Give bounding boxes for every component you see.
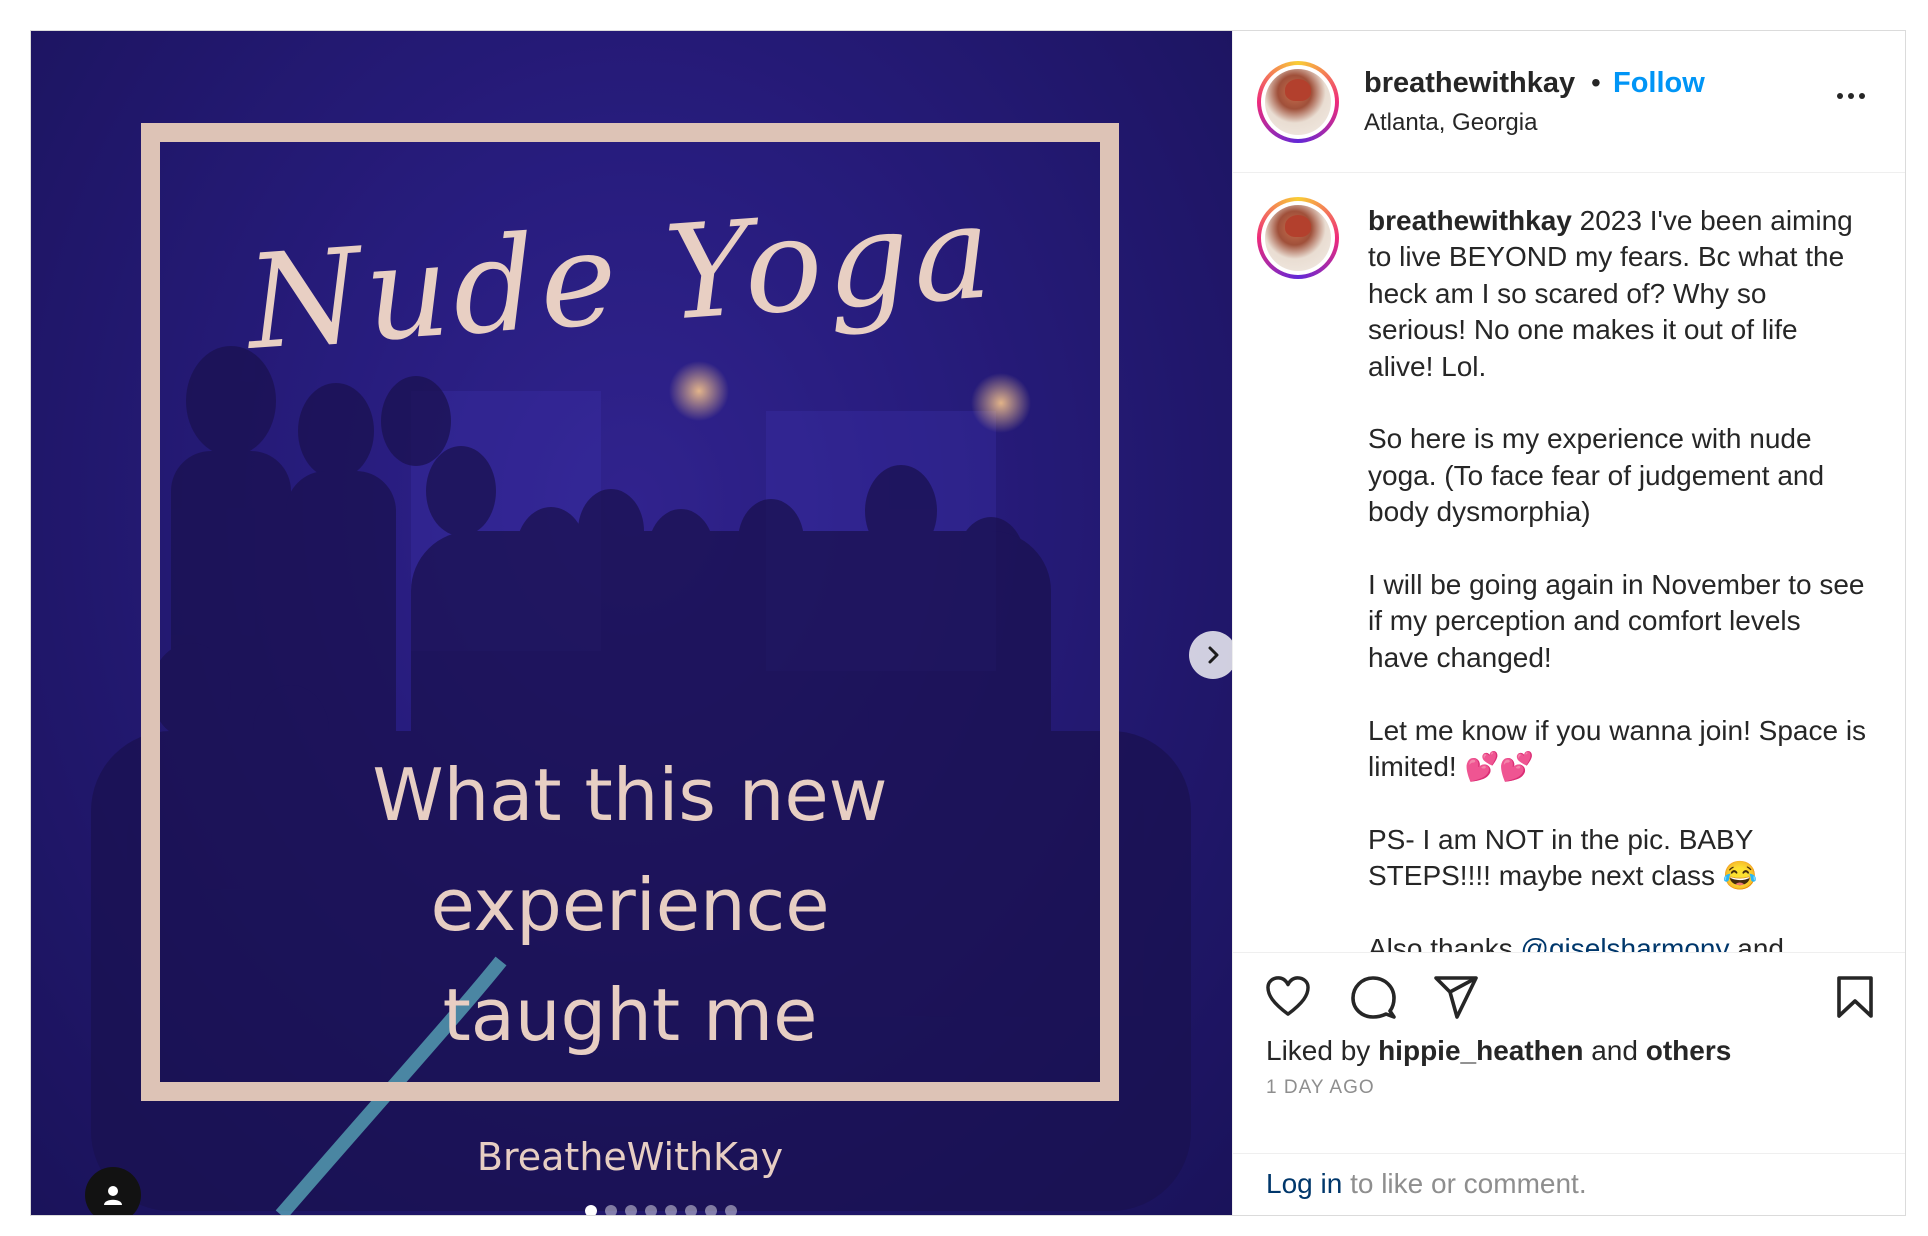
- caption-username-link[interactable]: breathewithkay: [1368, 205, 1572, 236]
- avatar-image: [1265, 205, 1331, 271]
- post-side-panel: breathewithkay • Follow Atlanta, Georgia…: [1232, 31, 1905, 1215]
- carousel-dot: [685, 1205, 697, 1215]
- carousel-next-button[interactable]: [1189, 631, 1232, 679]
- caption-paragraph: Let me know if you wanna join! Space is …: [1368, 714, 1867, 783]
- location-link[interactable]: Atlanta, Georgia: [1364, 109, 1537, 137]
- likes-text: Liked by: [1266, 1035, 1379, 1066]
- login-link[interactable]: Log in: [1266, 1168, 1342, 1199]
- tagged-users-button[interactable]: [85, 1167, 141, 1215]
- chevron-right-icon: [1208, 646, 1219, 664]
- instagram-post: Nude Yoga What this new experience taugh…: [30, 30, 1906, 1216]
- share-icon[interactable]: [1433, 975, 1479, 1019]
- avatar[interactable]: [1257, 61, 1339, 143]
- likes-text: and: [1583, 1035, 1646, 1066]
- caption-paragraph: So here is my experience with nude yoga.…: [1368, 423, 1825, 528]
- carousel-dot: [585, 1205, 597, 1215]
- overlay-brand: BreatheWithKay: [476, 1135, 784, 1179]
- user-icon: [104, 1186, 122, 1205]
- caption-avatar[interactable]: [1257, 197, 1339, 279]
- follow-button[interactable]: Follow: [1613, 67, 1705, 100]
- overlay-subtitle-line: What this new: [372, 753, 888, 837]
- caption-text: Also thanks: [1368, 933, 1521, 953]
- carousel-dot: [605, 1205, 617, 1215]
- avatar-image: [1265, 69, 1331, 135]
- likes-others-link[interactable]: others: [1646, 1035, 1732, 1066]
- heart-icon[interactable]: [1265, 975, 1311, 1017]
- bookmark-icon[interactable]: [1836, 975, 1874, 1019]
- more-options-button[interactable]: [1837, 93, 1865, 99]
- caption-paragraph: PS- I am NOT in the pic. BABY STEPS!!!! …: [1368, 823, 1758, 892]
- liker-username-link[interactable]: hippie_heathen: [1378, 1035, 1583, 1066]
- carousel-dot: [625, 1205, 637, 1215]
- action-bar: [1233, 953, 1905, 1033]
- login-prompt: Log in to like or comment.: [1233, 1153, 1905, 1215]
- carousel-dot: [645, 1205, 657, 1215]
- overlay-subtitle-line: experience: [430, 863, 830, 947]
- comment-icon[interactable]: [1350, 975, 1396, 1019]
- login-prompt-text: to like or comment.: [1342, 1168, 1587, 1199]
- more-icon: [1837, 93, 1843, 99]
- post-header: breathewithkay • Follow Atlanta, Georgia: [1233, 31, 1905, 173]
- post-timestamp[interactable]: 1 DAY AGO: [1233, 1077, 1905, 1099]
- post-caption: breathewithkay 2023 I've been aiming to …: [1368, 203, 1868, 953]
- caption-area: breathewithkay 2023 I've been aiming to …: [1233, 173, 1905, 953]
- mention-link[interactable]: @giselsharmony: [1521, 933, 1730, 952]
- caption-text: and: [1729, 933, 1784, 953]
- carousel-dot: [705, 1205, 717, 1215]
- carousel-indicator: [585, 1205, 737, 1215]
- post-media: Nude Yoga What this new experience taugh…: [31, 31, 1232, 1215]
- caption-paragraph: I will be going again in November to see…: [1368, 569, 1865, 673]
- carousel-dot: [665, 1205, 677, 1215]
- likes-summary: Liked by hippie_heathen and others: [1233, 1035, 1905, 1067]
- overlay-subtitle-line: taught me: [442, 973, 818, 1057]
- header-username-link[interactable]: breathewithkay: [1364, 67, 1575, 100]
- separator-dot: •: [1591, 67, 1601, 98]
- carousel-dot: [725, 1205, 737, 1215]
